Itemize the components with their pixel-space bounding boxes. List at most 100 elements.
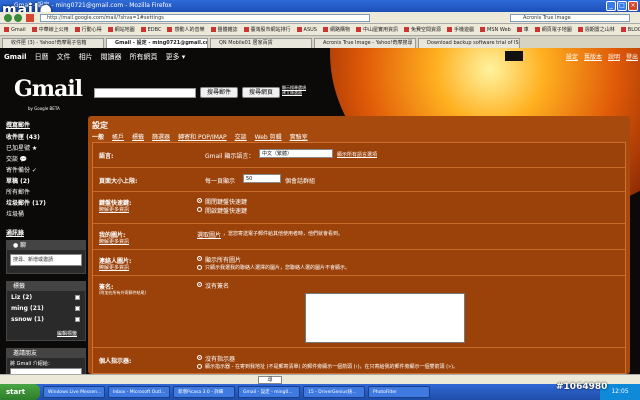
- no-signature-radio[interactable]: [197, 282, 202, 287]
- search-options-links[interactable]: 顯示搜尋選項 建立篩選器: [282, 85, 332, 101]
- minimize-button[interactable]: _: [606, 1, 616, 11]
- no-indicators-radio[interactable]: [197, 355, 202, 360]
- browser-status-bar: [0, 374, 640, 384]
- folder-link[interactable]: 收件匣 (43): [6, 132, 40, 141]
- show-indicators-radio[interactable]: [197, 364, 202, 369]
- contacts-link[interactable]: 通訊錄: [6, 228, 24, 237]
- folder-link[interactable]: 交談 💬: [6, 154, 27, 163]
- stop-icon[interactable]: [26, 14, 34, 22]
- bookmark-item[interactable]: 團體雜誌: [210, 26, 238, 33]
- contact-pictures-learn-more-link[interactable]: 瞭解更多資訊: [99, 264, 129, 271]
- google-nav-item[interactable]: 閱讀器: [101, 52, 122, 62]
- mail-search-input[interactable]: [94, 88, 196, 98]
- google-nav-item[interactable]: 更多 ▾: [166, 52, 186, 62]
- bookmark-item[interactable]: MSN Web: [480, 26, 511, 33]
- signature-textarea[interactable]: [305, 293, 465, 343]
- label-item[interactable]: ming (21): [11, 305, 44, 312]
- taskbar-item[interactable]: 新增Picasa 3.0 - 詳細: [173, 386, 235, 398]
- browser-tab[interactable]: Gmail - 設定 - ming0721@gmail.com: [106, 38, 208, 48]
- label-item[interactable]: ssnow (1): [11, 316, 44, 323]
- address-input[interactable]: http://mail.google.com/mail/?shva=1#sett…: [40, 14, 370, 22]
- bookmark-icon: [167, 27, 173, 32]
- label-item[interactable]: Liz (2): [11, 294, 32, 301]
- bookmark-label: MSN Web: [487, 26, 511, 33]
- browser-search-input[interactable]: Acronis True Image: [510, 14, 630, 22]
- bookmark-item[interactable]: 中華線上公用: [31, 26, 69, 33]
- shortcuts-on-radio[interactable]: [197, 207, 202, 212]
- close-button[interactable]: ×: [628, 1, 638, 11]
- forward-icon[interactable]: [14, 14, 22, 22]
- folder-link[interactable]: 草稿 (2): [6, 176, 30, 185]
- find-button[interactable]: 尋: [258, 376, 282, 384]
- edit-labels-link[interactable]: 編輯標籤: [57, 330, 77, 337]
- taskbar-item[interactable]: PhotoFilter: [368, 386, 430, 398]
- taskbar-item[interactable]: Inbox - Microsoft Outl...: [108, 386, 170, 398]
- google-nav-item[interactable]: 文件: [57, 52, 71, 62]
- bookmark-item[interactable]: 網站地圖: [107, 26, 135, 33]
- taskbar-item[interactable]: 15 - DriverGenius快...: [303, 386, 365, 398]
- bookmark-item[interactable]: 臺灣股市網站排行: [243, 26, 291, 33]
- bookmark-item[interactable]: EDBC: [140, 26, 161, 33]
- account-link[interactable]: 說明: [608, 52, 620, 62]
- settings-tab[interactable]: Web 剪輯: [255, 132, 282, 141]
- bookmark-item[interactable]: Gmail: [4, 26, 26, 33]
- show-all-languages-link[interactable]: 顯示所有語言選項: [337, 151, 377, 158]
- shortcuts-off-radio[interactable]: [197, 198, 202, 203]
- settings-tab[interactable]: 一般: [92, 132, 104, 141]
- compose-link[interactable]: 撰寫郵件: [6, 120, 30, 129]
- bookmark-item[interactable]: 中山屋實用資訊: [355, 26, 398, 33]
- bookmark-item[interactable]: 手機遊戲: [447, 26, 474, 33]
- select-picture-link[interactable]: 選取圖片: [197, 230, 221, 239]
- label-color-swatch[interactable]: [75, 317, 80, 322]
- maximize-button[interactable]: □: [617, 1, 627, 11]
- create-filter-link[interactable]: 建立篩選器: [282, 90, 332, 95]
- signature-note: (附加在所有外寄郵件結尾): [99, 290, 147, 295]
- account-link[interactable]: 舊版本: [584, 52, 602, 62]
- settings-tab[interactable]: 帳戶: [112, 132, 124, 141]
- settings-tab[interactable]: 篩選器: [152, 132, 170, 141]
- account-link[interactable]: 設定: [566, 52, 578, 62]
- show-all-pictures-radio[interactable]: [197, 256, 202, 261]
- page-size-select[interactable]: 50: [243, 174, 281, 183]
- start-button[interactable]: start: [0, 384, 40, 400]
- show-selected-pictures-radio[interactable]: [197, 265, 202, 270]
- settings-tab[interactable]: 交談: [235, 132, 247, 141]
- browser-tab[interactable]: Download backup software trial of ISO: [418, 38, 520, 48]
- bookmark-item[interactable]: 行動心得: [74, 26, 102, 33]
- bookmark-item[interactable]: 週期置之山林: [577, 26, 615, 33]
- bookmark-item[interactable]: 網頁電子地圖: [534, 26, 572, 33]
- account-link[interactable]: 登出: [626, 52, 638, 62]
- label-color-swatch[interactable]: [75, 306, 80, 311]
- folder-link[interactable]: 垃圾郵件 (17): [6, 198, 46, 207]
- taskbar-item[interactable]: Gmail - 設定 - ming0...: [238, 386, 300, 398]
- folder-link[interactable]: 寄件備份 ✓: [6, 165, 37, 174]
- google-nav-item[interactable]: Gmail: [4, 53, 27, 61]
- settings-tab[interactable]: 轉寄和 POP/IMAP: [178, 132, 227, 141]
- folder-link[interactable]: 已加星號 ★: [6, 143, 37, 152]
- settings-tab[interactable]: 標籤: [132, 132, 144, 141]
- taskbar-item[interactable]: Windows Live Messen...: [43, 386, 105, 398]
- bookmark-item[interactable]: 免費空間資源: [404, 26, 441, 33]
- bookmark-item[interactable]: 網路購物: [322, 26, 350, 33]
- bookmark-item[interactable]: BLOG 社交網: [620, 26, 640, 33]
- chat-search-input[interactable]: 搜尋、新增或邀請: [10, 254, 82, 266]
- google-nav-item[interactable]: 所有網頁: [130, 52, 158, 62]
- folder-link[interactable]: 所有郵件: [6, 187, 30, 196]
- language-select[interactable]: 中文（繁體）: [259, 149, 333, 158]
- label-color-swatch[interactable]: [75, 295, 80, 300]
- google-nav-item[interactable]: 日曆: [35, 52, 49, 62]
- bookmark-item[interactable]: 車: [516, 26, 529, 33]
- google-nav-item[interactable]: 相片: [79, 52, 93, 62]
- browser-tab[interactable]: QN Mobile01 居家百貨: [210, 38, 312, 48]
- shortcuts-learn-more-link[interactable]: 瞭解更多資訊: [99, 206, 129, 213]
- back-icon[interactable]: [4, 14, 12, 22]
- bookmark-item[interactable]: ASUS: [296, 26, 317, 33]
- browser-tab[interactable]: Acronis True Image - Yahoo!奇摩搜尋: [314, 38, 416, 48]
- browser-tab[interactable]: 收件匣 (3) - Yahoo!奇摩電子信箱: [2, 38, 104, 48]
- search-web-button[interactable]: 搜尋網頁: [242, 87, 280, 98]
- search-mail-button[interactable]: 搜尋郵件: [200, 87, 238, 98]
- settings-tab[interactable]: 實驗室: [290, 132, 308, 141]
- my-picture-learn-more-link[interactable]: 瞭解更多資訊: [99, 238, 129, 245]
- bookmark-item[interactable]: 感動人的音樂: [167, 26, 205, 33]
- folder-link[interactable]: 垃圾桶: [6, 209, 24, 218]
